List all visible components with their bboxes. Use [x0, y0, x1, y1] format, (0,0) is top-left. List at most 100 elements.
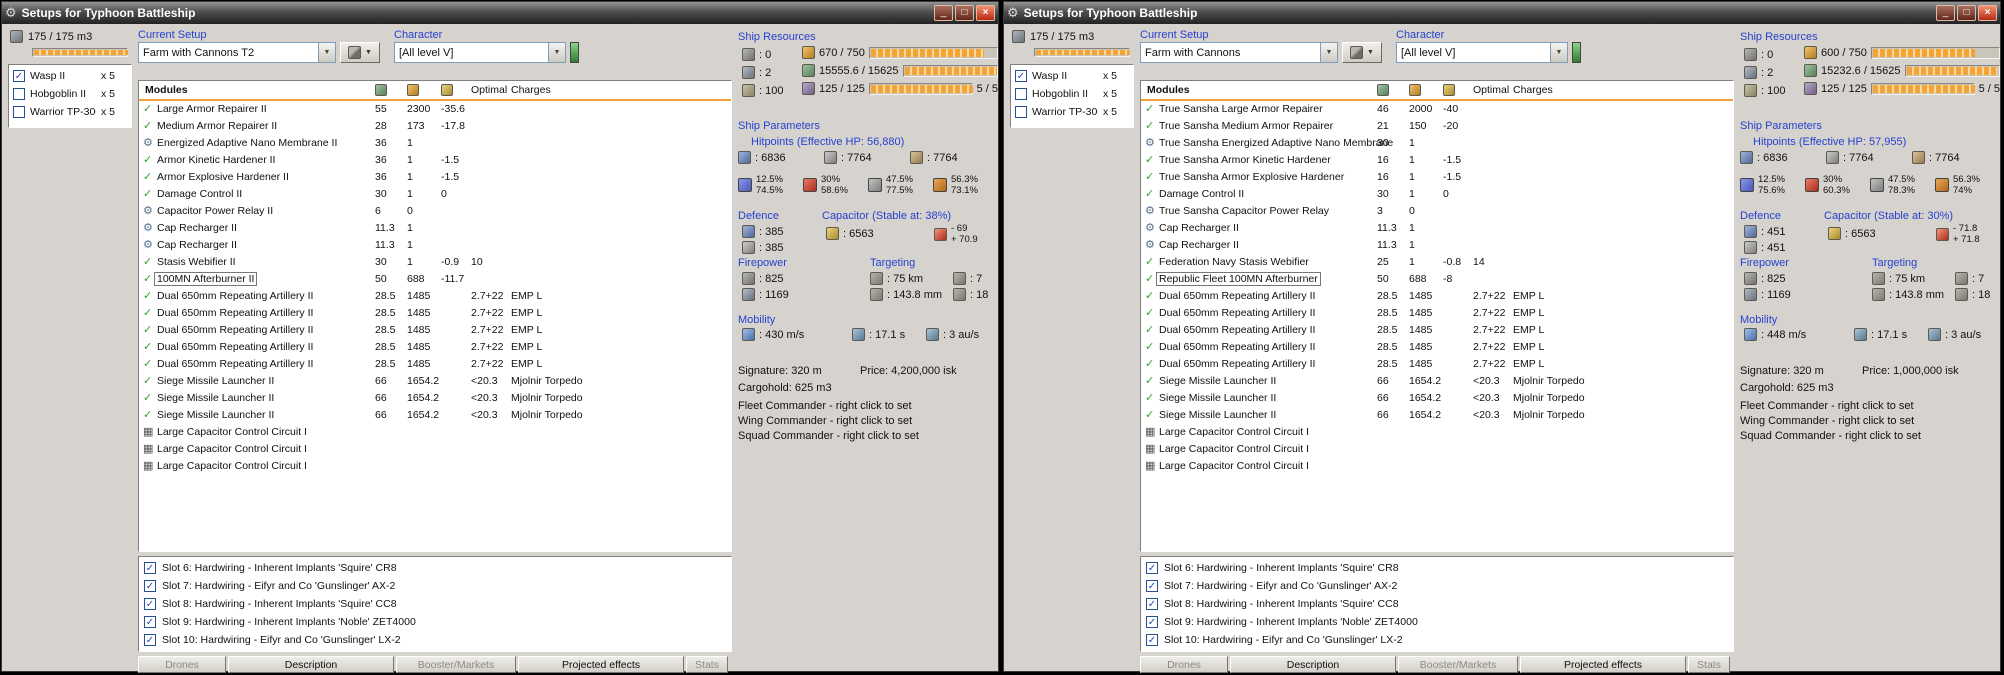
module-row[interactable]: ⚙ Cap Recharger II 11.3 1	[139, 237, 731, 254]
implant-checkbox[interactable]: ✓	[144, 580, 156, 592]
drone-checkbox[interactable]	[13, 106, 25, 118]
maximize-button[interactable]: □	[955, 5, 974, 21]
module-row[interactable]: ✓ Armor Explosive Hardener II 36 1 -1.5	[139, 169, 731, 186]
module-row[interactable]: ✓ True Sansha Medium Armor Repairer 21 150 -…	[1141, 118, 1733, 135]
drone-list-item[interactable]: ✓ Wasp II x 5	[1011, 67, 1133, 85]
module-row[interactable]: ✓ Dual 650mm Repeating Artillery II 28.5 14…	[139, 339, 731, 356]
module-row[interactable]: ✓ Dual 650mm Repeating Artillery II 28.5 14…	[139, 356, 731, 373]
implant-row[interactable]: ✓ Slot 10: Hardwiring - Eifyr and Co 'Gun…	[1141, 631, 1733, 649]
module-row[interactable]: ✓ Siege Missile Launcher II 66 1654.2 <20.3 M…	[1141, 373, 1733, 390]
implant-row[interactable]: ✓ Slot 7: Hardwiring - Eifyr and Co 'Guns…	[139, 577, 731, 595]
tab-projected-effects[interactable]: Projected effects	[1520, 656, 1686, 673]
module-row[interactable]: ✓ True Sansha Armor Explosive Hardener 16 1…	[1141, 169, 1733, 186]
drone-list-item[interactable]: Warrior TP-300 x 5	[1011, 103, 1133, 121]
implant-checkbox[interactable]: ✓	[144, 616, 156, 628]
module-row[interactable]: ✓ Large Armor Repairer II 55 2300 -35.6	[139, 101, 731, 118]
wing-commander-slot[interactable]: Wing Commander - right click to set	[1740, 415, 1914, 427]
module-row[interactable]: ⚙ True Sansha Energized Adaptive Nano Mem…	[1141, 135, 1733, 152]
module-row[interactable]: ▦ Large Capacitor Control Circuit I	[139, 458, 731, 475]
implant-checkbox[interactable]: ✓	[144, 562, 156, 574]
module-row[interactable]: ▦ Large Capacitor Control Circuit I	[139, 441, 731, 458]
module-row[interactable]: ✓ True Sansha Armor Kinetic Hardener 16 1 -1…	[1141, 152, 1733, 169]
chevron-down-icon[interactable]: ▼	[318, 43, 335, 62]
titlebar[interactable]: ⚙ Setups for Typhoon Battleship _ □ ×	[1004, 2, 2000, 24]
module-row[interactable]: ▦ Large Capacitor Control Circuit I	[1141, 424, 1733, 441]
implant-row[interactable]: ✓ Slot 9: Hardwiring - Inherent Implants …	[139, 613, 731, 631]
module-row[interactable]: ✓ Medium Armor Repairer II 28 173 -17.8	[139, 118, 731, 135]
module-row[interactable]: ✓ True Sansha Large Armor Repairer 46 2000-…	[1141, 101, 1733, 118]
implant-row[interactable]: ✓ Slot 8: Hardwiring - Inherent Implants …	[1141, 595, 1733, 613]
drone-list-item[interactable]: Hobgoblin II x 5	[9, 85, 131, 103]
module-row[interactable]: ✓ Siege Missile Launcher II 66 1654.2 <20.3 M…	[1141, 407, 1733, 424]
drone-checkbox[interactable]: ✓	[1015, 70, 1027, 82]
implant-checkbox[interactable]: ✓	[1146, 580, 1158, 592]
implant-checkbox[interactable]: ✓	[144, 634, 156, 646]
module-row[interactable]: ⚙ True Sansha Capacitor Power Relay 3 0	[1141, 203, 1733, 220]
module-row[interactable]: ⚙ Cap Recharger II 11.3 1	[1141, 237, 1733, 254]
module-row[interactable]: ✓ Siege Missile Launcher II 66 1654.2 <20.3 M…	[139, 390, 731, 407]
fleet-commander-slot[interactable]: Fleet Commander - right click to set	[1740, 400, 1914, 412]
module-row[interactable]: ▦ Large Capacitor Control Circuit I	[1141, 441, 1733, 458]
drone-checkbox[interactable]: ✓	[13, 70, 25, 82]
module-row[interactable]: ⚙ Cap Recharger II 11.3 1	[139, 220, 731, 237]
module-row[interactable]: ✓ Damage Control II 30 1 0	[1141, 186, 1733, 203]
drone-checkbox[interactable]	[13, 88, 25, 100]
implant-row[interactable]: ✓ Slot 10: Hardwiring - Eifyr and Co 'Gun…	[139, 631, 731, 649]
drone-list-item[interactable]: ✓ Wasp II x 5	[9, 67, 131, 85]
module-row[interactable]: ✓ Siege Missile Launcher II 66 1654.2 <20.3 M…	[139, 407, 731, 424]
module-row[interactable]: ⚙ Cap Recharger II 11.3 1	[1141, 220, 1733, 237]
module-row[interactable]: ✓ Federation Navy Stasis Webifier 25 1 -0.8 1…	[1141, 254, 1733, 271]
implant-checkbox[interactable]: ✓	[1146, 598, 1158, 610]
fleet-commander-slot[interactable]: Fleet Commander - right click to set	[738, 400, 912, 412]
implant-row[interactable]: ✓ Slot 9: Hardwiring - Inherent Implants …	[1141, 613, 1733, 631]
character-select[interactable]: [All level V] ▼	[394, 42, 566, 63]
module-row[interactable]: ✓ Dual 650mm Repeating Artillery II 28.5 14…	[139, 305, 731, 322]
drone-list-item[interactable]: Hobgoblin II x 5	[1011, 85, 1133, 103]
maximize-button[interactable]: □	[1957, 5, 1976, 21]
wing-commander-slot[interactable]: Wing Commander - right click to set	[738, 415, 912, 427]
drone-checkbox[interactable]	[1015, 88, 1027, 100]
module-row[interactable]: ✓ 100MN Afterburner II 50 688 -11.7	[139, 271, 731, 288]
tab-projected-effects[interactable]: Projected effects	[518, 656, 684, 673]
tab-description[interactable]: Description	[228, 656, 394, 673]
drone-checkbox[interactable]	[1015, 106, 1027, 118]
close-button[interactable]: ×	[976, 5, 995, 21]
close-button[interactable]: ×	[1978, 5, 1997, 21]
implant-checkbox[interactable]: ✓	[144, 598, 156, 610]
tab-description[interactable]: Description	[1230, 656, 1396, 673]
titlebar[interactable]: ⚙ Setups for Typhoon Battleship _ □ ×	[2, 2, 998, 24]
module-row[interactable]: ✓ Dual 650mm Repeating Artillery II 28.5 14…	[139, 288, 731, 305]
module-row[interactable]: ✓ Dual 650mm Repeating Artillery II 28.5 14…	[1141, 288, 1733, 305]
module-row[interactable]: ✓ Dual 650mm Repeating Artillery II 28.5 14…	[1141, 322, 1733, 339]
module-row[interactable]: ✓ Armor Kinetic Hardener II 36 1 -1.5	[139, 152, 731, 169]
module-row[interactable]: ✓ Damage Control II 30 1 0	[139, 186, 731, 203]
implant-row[interactable]: ✓ Slot 6: Hardwiring - Inherent Implants …	[139, 559, 731, 577]
module-row[interactable]: ⚙ Capacitor Power Relay II 6 0	[139, 203, 731, 220]
minimize-button[interactable]: _	[1936, 5, 1955, 21]
squad-commander-slot[interactable]: Squad Commander - right click to set	[738, 430, 919, 442]
implant-checkbox[interactable]: ✓	[1146, 616, 1158, 628]
module-row[interactable]: ▦ Large Capacitor Control Circuit I	[1141, 458, 1733, 475]
current-setup-select[interactable]: Farm with Cannons T2 ▼	[138, 42, 336, 63]
module-row[interactable]: ⚙ Energized Adaptive Nano Membrane II 36 1	[139, 135, 731, 152]
chevron-down-icon[interactable]: ▼	[1550, 43, 1567, 62]
character-select[interactable]: [All level V] ▼	[1396, 42, 1568, 63]
module-row[interactable]: ✓ Republic Fleet 100MN Afterburner 50 688 -8	[1141, 271, 1733, 288]
module-row[interactable]: ✓ Siege Missile Launcher II 66 1654.2 <20.3 M…	[1141, 390, 1733, 407]
module-row[interactable]: ✓ Dual 650mm Repeating Artillery II 28.5 14…	[1141, 356, 1733, 373]
implant-row[interactable]: ✓ Slot 7: Hardwiring - Eifyr and Co 'Guns…	[1141, 577, 1733, 595]
implant-row[interactable]: ✓ Slot 6: Hardwiring - Inherent Implants …	[1141, 559, 1733, 577]
module-row[interactable]: ▦ Large Capacitor Control Circuit I	[139, 424, 731, 441]
module-row[interactable]: ✓ Dual 650mm Repeating Artillery II 28.5 14…	[1141, 305, 1733, 322]
module-row[interactable]: ✓ Stasis Webifier II 30 1 -0.9 10	[139, 254, 731, 271]
module-row[interactable]: ✓ Siege Missile Launcher II 66 1654.2 <20.3 M…	[139, 373, 731, 390]
module-row[interactable]: ✓ Dual 650mm Repeating Artillery II 28.5 14…	[1141, 339, 1733, 356]
implant-checkbox[interactable]: ✓	[1146, 634, 1158, 646]
module-row[interactable]: ✓ Dual 650mm Repeating Artillery II 28.5 14…	[139, 322, 731, 339]
minimize-button[interactable]: _	[934, 5, 953, 21]
setup-menu-button[interactable]: ▼	[340, 42, 380, 63]
current-setup-select[interactable]: Farm with Cannons ▼	[1140, 42, 1338, 63]
squad-commander-slot[interactable]: Squad Commander - right click to set	[1740, 430, 1921, 442]
implant-checkbox[interactable]: ✓	[1146, 562, 1158, 574]
chevron-down-icon[interactable]: ▼	[548, 43, 565, 62]
